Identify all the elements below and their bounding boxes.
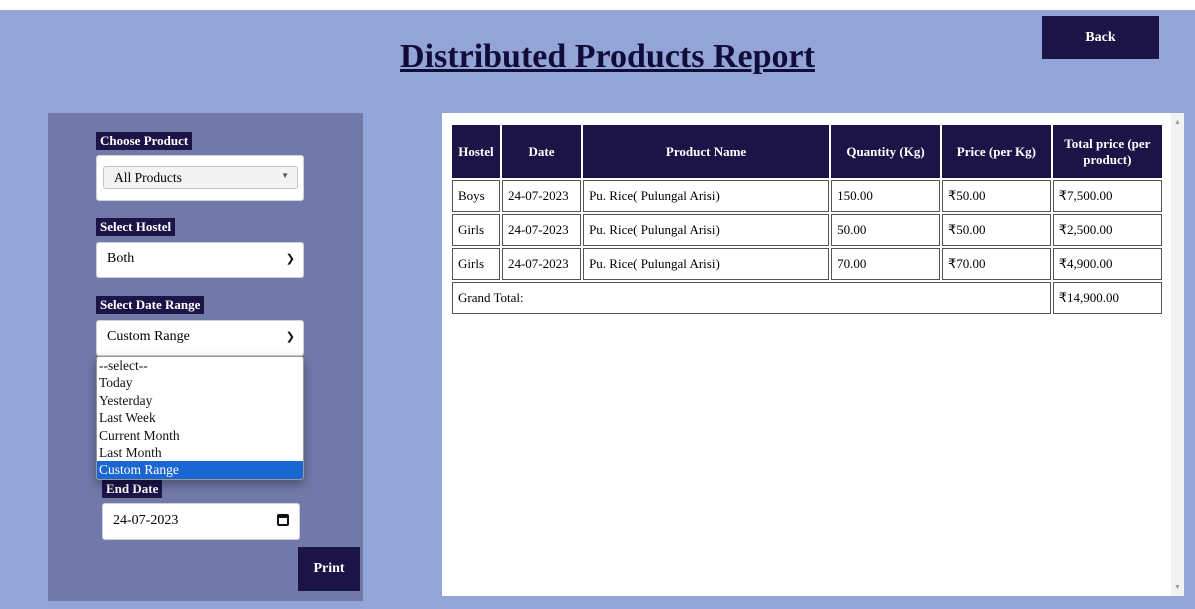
report-table: Hostel Date Product Name Quantity (Kg) P… <box>450 123 1164 316</box>
dropdown-option[interactable]: Last Month <box>97 444 303 461</box>
chevron-down-icon: ▼ <box>281 171 289 180</box>
column-header: Hostel <box>452 125 500 178</box>
chevron-down-icon: ❯ <box>285 331 295 343</box>
report-card: Hostel Date Product Name Quantity (Kg) P… <box>442 113 1184 596</box>
table-cell: 50.00 <box>831 214 941 246</box>
page-title: Distributed Products Report <box>400 38 815 75</box>
end-date-input[interactable]: 24-07-2023 <box>102 503 300 540</box>
chevron-down-icon: ❯ <box>285 253 295 265</box>
dropdown-option[interactable]: --select-- <box>97 357 303 374</box>
table-cell: Boys <box>452 180 500 212</box>
table-cell: ₹70.00 <box>942 248 1051 280</box>
hostel-select-value: Both <box>107 251 135 266</box>
column-header: Total price (per product) <box>1052 125 1162 178</box>
table-cell: Girls <box>452 214 500 246</box>
product-select-value: All Products <box>114 170 182 185</box>
column-header: Date <box>501 125 582 178</box>
select-date-range-label: Select Date Range <box>96 296 205 314</box>
table-cell: 24-07-2023 <box>501 180 582 212</box>
choose-product-label: Choose Product <box>96 132 193 150</box>
table-header-row: Hostel Date Product Name Quantity (Kg) P… <box>452 125 1162 178</box>
dropdown-option-selected[interactable]: Custom Range <box>97 461 303 479</box>
filter-panel: Choose Product All Products ▼ Select Hos… <box>48 113 363 601</box>
end-date-value: 24-07-2023 <box>113 513 179 528</box>
table-cell: ₹2,500.00 <box>1052 214 1162 246</box>
table-row: Girls 24-07-2023 Pu. Rice( Pulungal Aris… <box>452 248 1162 280</box>
table-cell: Pu. Rice( Pulungal Arisi) <box>583 180 830 212</box>
date-range-select-value: Custom Range <box>107 329 190 344</box>
grand-total-row: Grand Total: ₹14,900.00 <box>452 282 1162 314</box>
column-header: Price (per Kg) <box>942 125 1051 178</box>
table-cell: Pu. Rice( Pulungal Arisi) <box>583 214 830 246</box>
dropdown-option[interactable]: Last Week <box>97 409 303 426</box>
table-row: Girls 24-07-2023 Pu. Rice( Pulungal Aris… <box>452 214 1162 246</box>
dropdown-option[interactable]: Today <box>97 374 303 391</box>
product-select-wrapper: All Products ▼ <box>96 155 304 201</box>
product-select[interactable]: All Products ▼ <box>103 166 298 189</box>
back-button[interactable]: Back <box>1042 16 1159 59</box>
end-date-label: End Date <box>102 480 163 498</box>
table-cell: ₹50.00 <box>942 180 1051 212</box>
grand-total-label: Grand Total: <box>452 282 1051 314</box>
table-cell: ₹7,500.00 <box>1052 180 1162 212</box>
date-range-dropdown-list[interactable]: --select-- Today Yesterday Last Week Cur… <box>96 356 304 480</box>
scroll-up-icon[interactable]: ▲ <box>1174 118 1181 126</box>
hostel-select[interactable]: Both ❯ <box>96 242 304 278</box>
table-cell: ₹4,900.00 <box>1052 248 1162 280</box>
dropdown-option[interactable]: Current Month <box>97 427 303 444</box>
table-cell: 150.00 <box>831 180 941 212</box>
table-cell: 24-07-2023 <box>501 214 582 246</box>
column-header: Product Name <box>583 125 830 178</box>
scroll-down-icon[interactable]: ▼ <box>1174 583 1181 591</box>
column-header: Quantity (Kg) <box>831 125 941 178</box>
dropdown-option[interactable]: Yesterday <box>97 392 303 409</box>
table-cell: 24-07-2023 <box>501 248 582 280</box>
date-range-select[interactable]: Custom Range ❯ <box>96 320 304 356</box>
table-cell: Girls <box>452 248 500 280</box>
table-cell: ₹50.00 <box>942 214 1051 246</box>
table-cell: Pu. Rice( Pulungal Arisi) <box>583 248 830 280</box>
table-row: Boys 24-07-2023 Pu. Rice( Pulungal Arisi… <box>452 180 1162 212</box>
vertical-scrollbar[interactable]: ▲ ▼ <box>1171 113 1184 596</box>
table-cell: 70.00 <box>831 248 941 280</box>
calendar-icon[interactable] <box>277 514 289 526</box>
select-hostel-label: Select Hostel <box>96 218 176 236</box>
grand-total-value: ₹14,900.00 <box>1052 282 1162 314</box>
print-button[interactable]: Print <box>298 547 360 591</box>
